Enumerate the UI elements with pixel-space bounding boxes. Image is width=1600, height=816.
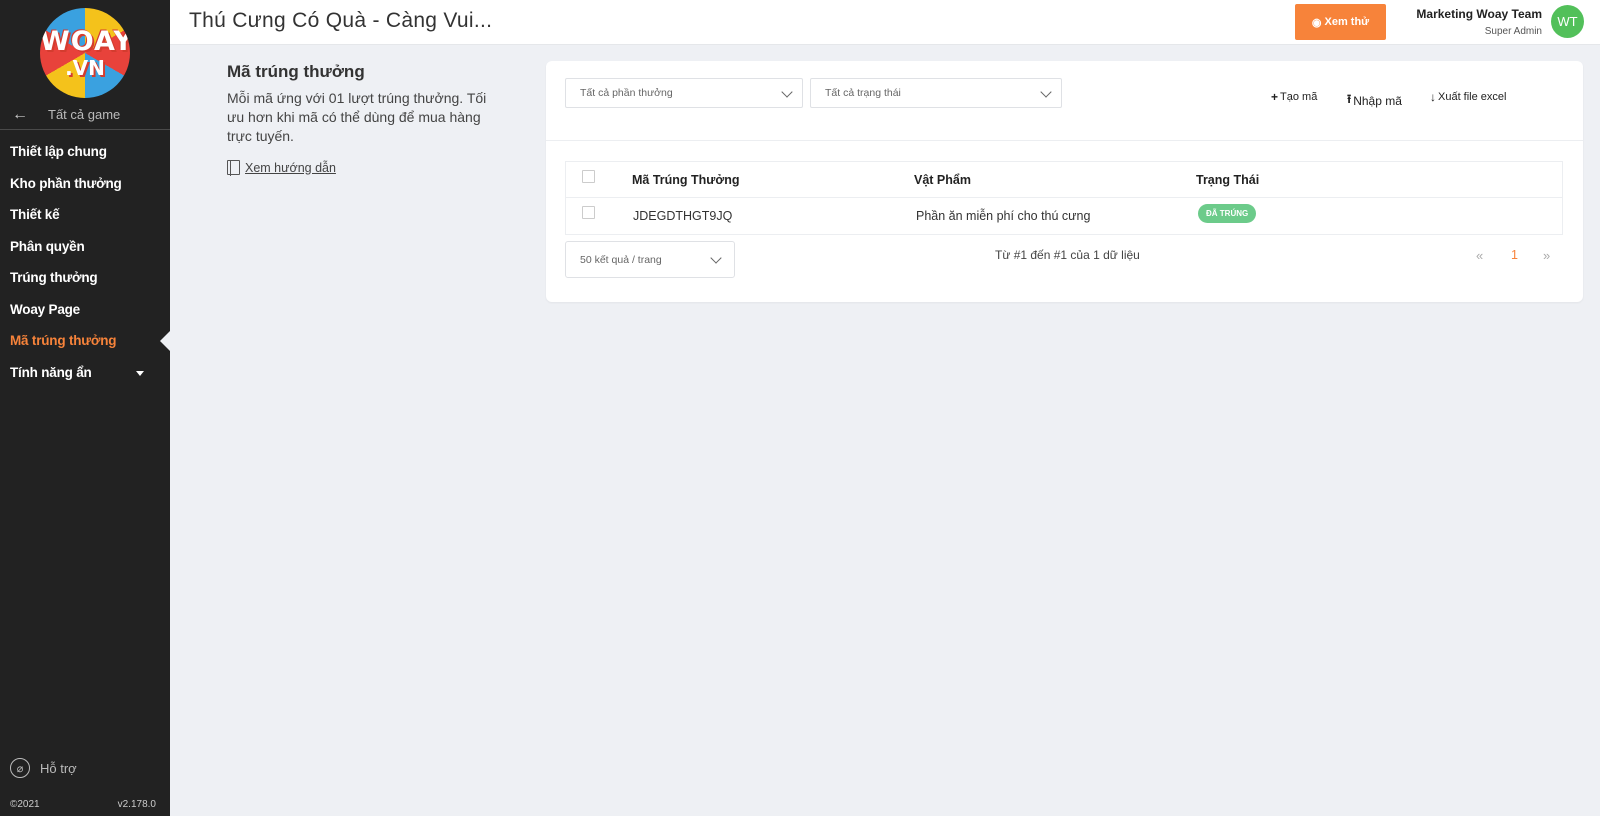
import-code-button[interactable]: ⭱ Nhập mã bbox=[1347, 90, 1402, 111]
codes-table: Mã Trúng Thưởng Vật Phẩm Trạng Thái JDEG… bbox=[565, 161, 1563, 235]
book-icon bbox=[227, 159, 240, 176]
sidebar-item-prize-codes[interactable]: Mã trúng thưởng bbox=[0, 325, 170, 357]
logo-container: WOAY .VN bbox=[0, 0, 170, 100]
pagination-summary: Từ #1 đến #1 của 1 dữ liệu bbox=[995, 248, 1140, 262]
reward-filter-select[interactable]: Tất cả phần thưởng bbox=[565, 78, 803, 108]
sidebar-item-design[interactable]: Thiết kế bbox=[0, 199, 170, 231]
chevron-down-icon bbox=[781, 86, 793, 98]
per-page-select[interactable]: 50 kết quả / trang bbox=[565, 241, 735, 278]
status-badge: ĐÃ TRÚNG bbox=[1198, 204, 1257, 223]
next-page-button[interactable]: » bbox=[1543, 248, 1550, 263]
user-name[interactable]: Marketing Woay Team bbox=[1416, 7, 1542, 21]
page-1-button[interactable]: 1 bbox=[1511, 248, 1518, 262]
sidebar-item-general-settings[interactable]: Thiết lập chung bbox=[0, 136, 170, 168]
row-checkbox[interactable] bbox=[582, 206, 595, 219]
caret-down-icon bbox=[136, 370, 144, 376]
status-filter-value: Tất cả trạng thái bbox=[825, 87, 901, 99]
cell-code: JDEGDTHGT9JQ bbox=[633, 209, 733, 223]
divider bbox=[546, 140, 1583, 141]
eye-icon: ◉ bbox=[1311, 16, 1322, 29]
sidebar-item-winners[interactable]: Trúng thưởng bbox=[0, 262, 170, 294]
reward-filter-value: Tất cả phần thưởng bbox=[580, 87, 673, 99]
topbar: Thú Cưng Có Quà - Càng Vui... ◉ Xem thử … bbox=[170, 0, 1600, 45]
page-title: Thú Cưng Có Quà - Càng Vui... bbox=[189, 9, 493, 32]
prev-page-button[interactable]: « bbox=[1476, 248, 1483, 263]
header-status[interactable]: Trạng Thái bbox=[1196, 173, 1259, 187]
preview-button[interactable]: ◉ Xem thử bbox=[1295, 4, 1386, 40]
plus-icon: + bbox=[1271, 90, 1279, 104]
logo-text: WOAY bbox=[40, 26, 130, 57]
back-label: Tất cả game bbox=[48, 107, 121, 122]
sidebar-item-reward-store[interactable]: Kho phần thưởng bbox=[0, 168, 170, 200]
section-title: Mã trúng thưởng bbox=[227, 62, 365, 81]
guide-link[interactable]: Xem hướng dẫn bbox=[227, 159, 507, 176]
back-to-all-games[interactable]: ← Tất cả game bbox=[0, 100, 170, 130]
arrow-left-icon: ← bbox=[12, 105, 28, 123]
support-link[interactable]: ⌀ Hỗ trợ bbox=[10, 758, 77, 778]
header-item[interactable]: Vật Phẩm bbox=[914, 173, 971, 187]
export-excel-label: Xuất file excel bbox=[1438, 91, 1507, 103]
sidebar-item-permissions[interactable]: Phân quyền bbox=[0, 231, 170, 263]
avatar[interactable]: WT bbox=[1551, 5, 1584, 38]
select-all-checkbox[interactable] bbox=[582, 170, 595, 183]
per-page-value: 50 kết quả / trang bbox=[580, 253, 662, 266]
section-description: Mỗi mã ứng với 01 lượt trúng thưởng. Tối… bbox=[227, 90, 487, 144]
woay-logo[interactable]: WOAY .VN bbox=[40, 8, 130, 98]
support-label: Hỗ trợ bbox=[40, 760, 77, 776]
create-code-button[interactable]: + Tạo mã bbox=[1271, 90, 1317, 104]
create-code-label: Tạo mã bbox=[1280, 91, 1318, 103]
table-row: JDEGDTHGT9JQ Phần ăn miễn phí cho thú cư… bbox=[566, 198, 1562, 234]
upload-icon: ⭱ bbox=[1347, 92, 1352, 106]
version: v2.178.0 bbox=[117, 799, 156, 810]
sidebar: WOAY .VN ← Tất cả game Thiết lập chung K… bbox=[0, 0, 170, 816]
sidebar-footer: ©2021 v2.178.0 bbox=[10, 799, 156, 810]
status-filter-select[interactable]: Tất cả trạng thái bbox=[810, 78, 1062, 108]
import-code-label: Nhập mã bbox=[1353, 93, 1402, 108]
download-icon: ↓ bbox=[1430, 90, 1436, 104]
sidebar-item-label: Tính năng ẩn bbox=[10, 364, 92, 380]
copyright: ©2021 bbox=[10, 799, 40, 810]
codes-card: Tất cả phần thưởng Tất cả trạng thái + T… bbox=[546, 61, 1583, 302]
preview-label: Xem thử bbox=[1324, 16, 1370, 28]
user-role: Super Admin bbox=[1484, 26, 1542, 37]
header-code[interactable]: Mã Trúng Thưởng bbox=[632, 173, 740, 187]
export-excel-button[interactable]: ↓ Xuất file excel bbox=[1430, 90, 1506, 104]
table-header: Mã Trúng Thưởng Vật Phẩm Trạng Thái bbox=[566, 162, 1562, 198]
info-panel: Mã trúng thưởng Mỗi mã ứng với 01 lượt t… bbox=[227, 62, 507, 176]
guide-label: Xem hướng dẫn bbox=[245, 160, 336, 175]
chevron-down-icon bbox=[1040, 86, 1052, 98]
cell-item: Phần ăn miễn phí cho thú cưng bbox=[916, 209, 1091, 223]
compass-icon: ⌀ bbox=[10, 758, 30, 778]
chevron-down-icon bbox=[710, 252, 722, 264]
sidebar-item-hidden-features[interactable]: Tính năng ẩn bbox=[0, 357, 170, 389]
logo-subtext: .VN bbox=[65, 56, 105, 80]
sidebar-item-woay-page[interactable]: Woay Page bbox=[0, 294, 170, 326]
